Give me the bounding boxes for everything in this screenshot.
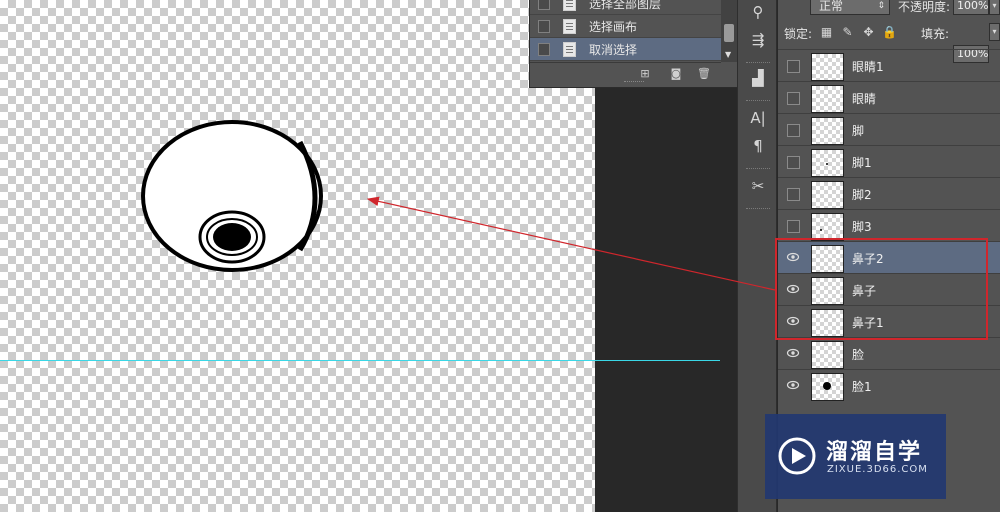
layer-thumbnail[interactable] (811, 117, 844, 145)
visibility-toggle[interactable] (787, 156, 800, 169)
history-item-deselect[interactable]: 取消选择 (530, 38, 721, 61)
canvas-artwork (141, 120, 323, 272)
lock-all-icon[interactable]: 🔒 (882, 26, 897, 39)
layer-thumbnail[interactable] (811, 53, 844, 81)
visibility-toggle[interactable] (787, 220, 800, 233)
history-toolbar: ⊞ ◙ 🗑 (530, 62, 721, 88)
watermark-subtitle: ZIXUE.3D66.COM (827, 464, 928, 475)
thumbnail-mark (826, 163, 828, 165)
layer-name: 脚3 (852, 220, 872, 234)
lock-row: 锁定: ▦ ✎ ✥ 🔒 填充: 100% ▾ (778, 22, 1000, 63)
layer-thumbnail[interactable] (811, 149, 844, 177)
thumbnail-mark (823, 382, 831, 390)
brush-presets-icon[interactable]: ⚲ (746, 2, 770, 22)
lock-label: 锁定: (784, 27, 813, 41)
visibility-toggle[interactable] (787, 124, 800, 137)
guide-line[interactable] (0, 360, 720, 361)
layer-row[interactable]: 眼睛1 (778, 49, 1000, 82)
history-item-select-all-layers[interactable]: 选择全部图层 (530, 0, 721, 15)
history-source-checkbox[interactable] (538, 43, 550, 56)
layer-row[interactable]: 脚1 (778, 145, 1000, 178)
layer-row[interactable]: 眼睛 (778, 81, 1000, 114)
opacity-label: 不透明度: (898, 0, 951, 14)
layer-row[interactable]: 脚 (778, 113, 1000, 146)
blend-mode-select[interactable]: 正常 ⇕ (810, 0, 890, 15)
panel-grip[interactable] (624, 81, 644, 84)
layer-row[interactable]: 脸 (778, 337, 1000, 370)
lock-position-icon[interactable]: ✥ (862, 26, 875, 39)
history-source-checkbox[interactable] (538, 20, 550, 33)
visibility-toggle[interactable] (787, 92, 800, 105)
character-panel-icon[interactable]: A| (746, 108, 770, 128)
layer-name: 脚 (852, 124, 865, 138)
history-scrollbar[interactable]: ▼ (721, 0, 738, 62)
fill-label: 填充: (921, 27, 950, 41)
panel-grip[interactable] (746, 62, 770, 66)
layer-name: 脚1 (852, 156, 872, 170)
layer-thumbnail[interactable] (811, 181, 844, 209)
history-item-label: 取消选择 (589, 43, 638, 57)
history-scroll-thumb[interactable] (724, 24, 734, 42)
play-logo-icon (778, 437, 816, 475)
layer-thumbnail[interactable] (811, 85, 844, 113)
watermark-title: 溜溜自学 (826, 440, 923, 465)
face-top-mark (218, 121, 222, 124)
layer-thumbnail[interactable] (811, 213, 844, 241)
layer-comps-icon[interactable]: ▟ (746, 68, 770, 88)
layer-row[interactable]: 脸1 (778, 369, 1000, 402)
lock-image-pixels-icon[interactable]: ✎ (841, 26, 854, 39)
layer-thumbnail[interactable] (811, 341, 844, 369)
history-panel: 选择全部图层 选择画布 取消选择 ▼ ⊞ ◙ 🗑 (529, 0, 738, 88)
history-state-icon (563, 0, 576, 11)
layer-thumbnail[interactable] (811, 373, 844, 401)
visibility-toggle[interactable] (787, 188, 800, 201)
visibility-toggle[interactable] (787, 60, 800, 73)
history-item-select-canvas[interactable]: 选择画布 (530, 15, 721, 38)
panel-grip[interactable] (746, 168, 770, 172)
layer-name: 眼睛1 (852, 60, 884, 74)
watermark-logo: 溜溜自学 ZIXUE.3D66.COM (765, 414, 946, 499)
nose-fill (213, 223, 251, 251)
blend-row: 正常 ⇕ 不透明度: 100% ▾ (778, 0, 1000, 18)
paragraph-panel-icon[interactable]: ¶ (746, 136, 770, 156)
panel-grip[interactable] (746, 100, 770, 104)
layer-name: 脸1 (852, 380, 872, 394)
layer-name: 眼睛 (852, 92, 877, 106)
panel-grip[interactable] (746, 208, 770, 212)
annotation-highlight-box (775, 238, 988, 340)
history-state-icon (563, 19, 576, 34)
history-source-checkbox[interactable] (538, 0, 550, 10)
history-item-label: 选择全部图层 (589, 0, 662, 11)
eye-visibility-icon[interactable] (786, 379, 800, 391)
tool-presets-icon[interactable]: ⇶ (746, 30, 770, 50)
lock-transparent-pixels-icon[interactable]: ▦ (820, 26, 833, 39)
trash-icon[interactable]: 🗑 (697, 68, 711, 80)
new-document-from-state-icon[interactable]: ⊞ (638, 68, 652, 80)
history-state-icon (563, 42, 576, 57)
layer-row[interactable]: 脚2 (778, 177, 1000, 210)
blend-mode-value: 正常 (819, 0, 844, 13)
chevron-updown-icon: ⇕ (877, 1, 885, 11)
snapshot-camera-icon[interactable]: ◙ (669, 68, 683, 80)
tools-scissors-icon[interactable]: ✂ (746, 176, 770, 196)
layer-name: 脸 (852, 348, 865, 362)
opacity-input[interactable]: 100% (953, 0, 989, 15)
thumbnail-mark (820, 229, 822, 231)
layer-name: 脚2 (852, 188, 872, 202)
eye-visibility-icon[interactable] (786, 347, 800, 359)
fill-dropdown-icon[interactable]: ▾ (989, 23, 1000, 41)
document-canvas[interactable] (0, 0, 595, 512)
scroll-down-icon[interactable]: ▼ (725, 50, 731, 59)
history-item-label: 选择画布 (589, 20, 638, 34)
opacity-dropdown-icon[interactable]: ▾ (989, 0, 1000, 15)
